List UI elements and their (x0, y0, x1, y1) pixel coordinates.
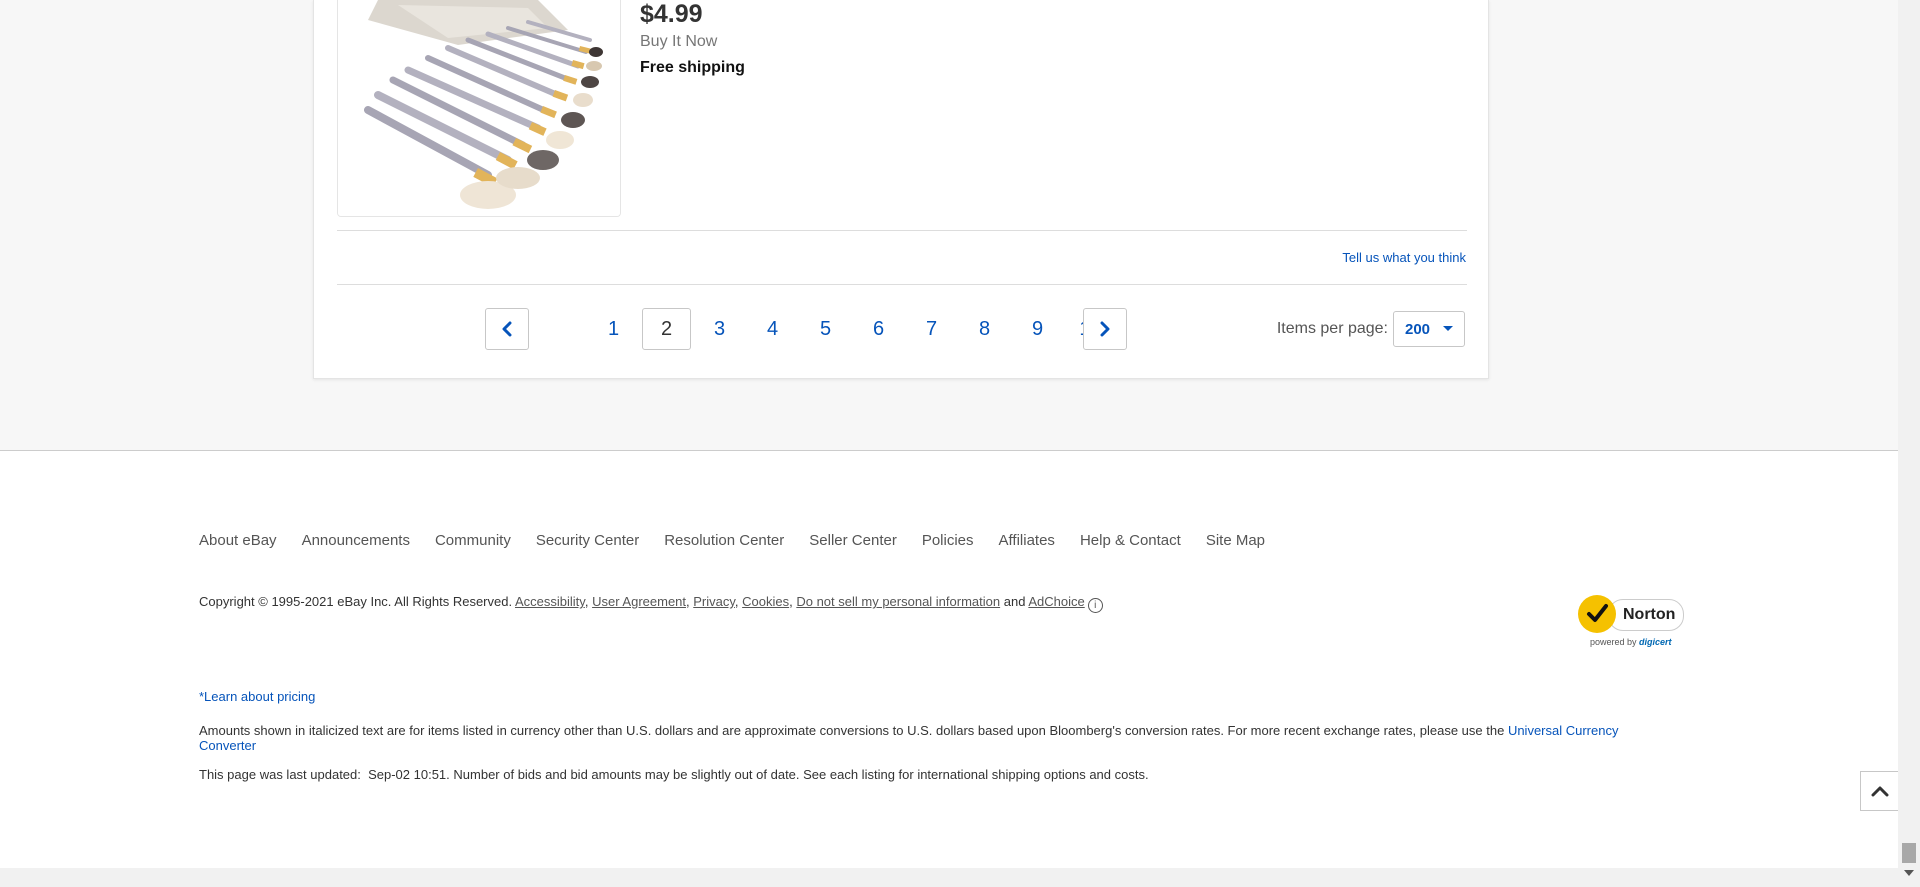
listing-image[interactable] (337, 0, 621, 217)
digicert-logo: digicert (1639, 637, 1672, 647)
previous-page-button[interactable] (485, 308, 529, 350)
page-footer: About eBay Announcements Community Secur… (0, 450, 1898, 869)
item-format: Buy It Now (640, 33, 718, 50)
chevron-right-icon (1100, 321, 1110, 337)
disclaimer-text: Amounts shown in italicized text are for… (199, 723, 1505, 738)
footer-link-about[interactable]: About eBay (199, 532, 277, 549)
footer-link-announcements[interactable]: Announcements (302, 532, 410, 549)
legal-link-cookies[interactable]: Cookies (742, 594, 789, 609)
vertical-scrollbar[interactable] (1898, 0, 1920, 887)
legal-link-user-agreement[interactable]: User Agreement (592, 594, 686, 609)
items-per-page-value: 200 (1405, 320, 1431, 338)
copyright-text: Copyright © 1995-2021 eBay Inc. All Righ… (199, 594, 513, 609)
norton-seal[interactable]: Norton powered by digicert (1578, 595, 1685, 651)
page-link[interactable]: 4 (748, 308, 797, 350)
footer-link-resolution-center[interactable]: Resolution Center (664, 532, 784, 549)
page-link[interactable]: 9 (1013, 308, 1062, 350)
legal-link-do-not-sell[interactable]: Do not sell my personal information (796, 594, 1000, 609)
item-shipping: Free shipping (640, 59, 745, 76)
copyright-line: Copyright © 1995-2021 eBay Inc. All Righ… (199, 594, 1103, 613)
legal-link-adchoice[interactable]: AdChoice (1028, 594, 1084, 609)
items-per-page-label: Items per page: (1276, 320, 1388, 337)
page-link[interactable]: 6 (854, 308, 903, 350)
legal-link-privacy[interactable]: Privacy (693, 594, 735, 609)
footer-link-seller-center[interactable]: Seller Center (809, 532, 897, 549)
next-page-button[interactable] (1083, 308, 1127, 350)
and-text: and (1003, 594, 1026, 609)
norton-powered-by: powered by digicert (1590, 637, 1672, 647)
pagination-divider (337, 284, 1467, 285)
currency-disclaimer: Amounts shown in italicized text are for… (199, 723, 1659, 753)
page-link[interactable]: 5 (801, 308, 850, 350)
scroll-down-arrow-icon[interactable] (1904, 870, 1914, 876)
footer-link-site-map[interactable]: Site Map (1206, 532, 1265, 549)
page-link-current[interactable]: 2 (642, 308, 691, 350)
legal-link-accessibility[interactable]: Accessibility (515, 594, 585, 609)
footer-nav: About eBay Announcements Community Secur… (199, 532, 1290, 549)
page-link[interactable]: 7 (907, 308, 956, 350)
learn-about-pricing-link[interactable]: *Learn about pricing (199, 689, 315, 704)
search-results-card: $4.99 Buy It Now Free shipping Tell us w… (313, 0, 1489, 379)
checkmark-icon (1578, 595, 1616, 633)
last-updated-text: This page was last updated: Sep-02 10:51… (199, 767, 1149, 782)
chevron-up-icon (1871, 786, 1888, 797)
footer-link-community[interactable]: Community (435, 532, 511, 549)
scrollbar-thumb[interactable] (1902, 843, 1916, 863)
footer-link-security-center[interactable]: Security Center (536, 532, 639, 549)
results-divider (337, 230, 1467, 231)
makeup-brush-set-image (338, 0, 620, 216)
item-price: $4.99 (640, 0, 703, 28)
footer-link-policies[interactable]: Policies (922, 532, 974, 549)
page-bottom-strip (0, 868, 1898, 887)
feedback-link[interactable]: Tell us what you think (1342, 250, 1466, 265)
pagination-pages: 1 2 3 4 5 6 7 8 9 10 (589, 308, 1119, 350)
page-link[interactable]: 8 (960, 308, 1009, 350)
footer-link-help-contact[interactable]: Help & Contact (1080, 532, 1181, 549)
norton-brand: Norton (1608, 599, 1685, 631)
page-link[interactable]: 3 (695, 308, 744, 350)
back-to-top-button[interactable] (1860, 771, 1898, 811)
chevron-left-icon (502, 321, 512, 337)
footer-link-affiliates[interactable]: Affiliates (999, 532, 1055, 549)
adchoice-icon[interactable]: i (1087, 598, 1103, 613)
caret-down-icon (1443, 326, 1453, 331)
page-link[interactable]: 1 (589, 308, 638, 350)
items-per-page-select[interactable]: 200 (1393, 311, 1465, 347)
